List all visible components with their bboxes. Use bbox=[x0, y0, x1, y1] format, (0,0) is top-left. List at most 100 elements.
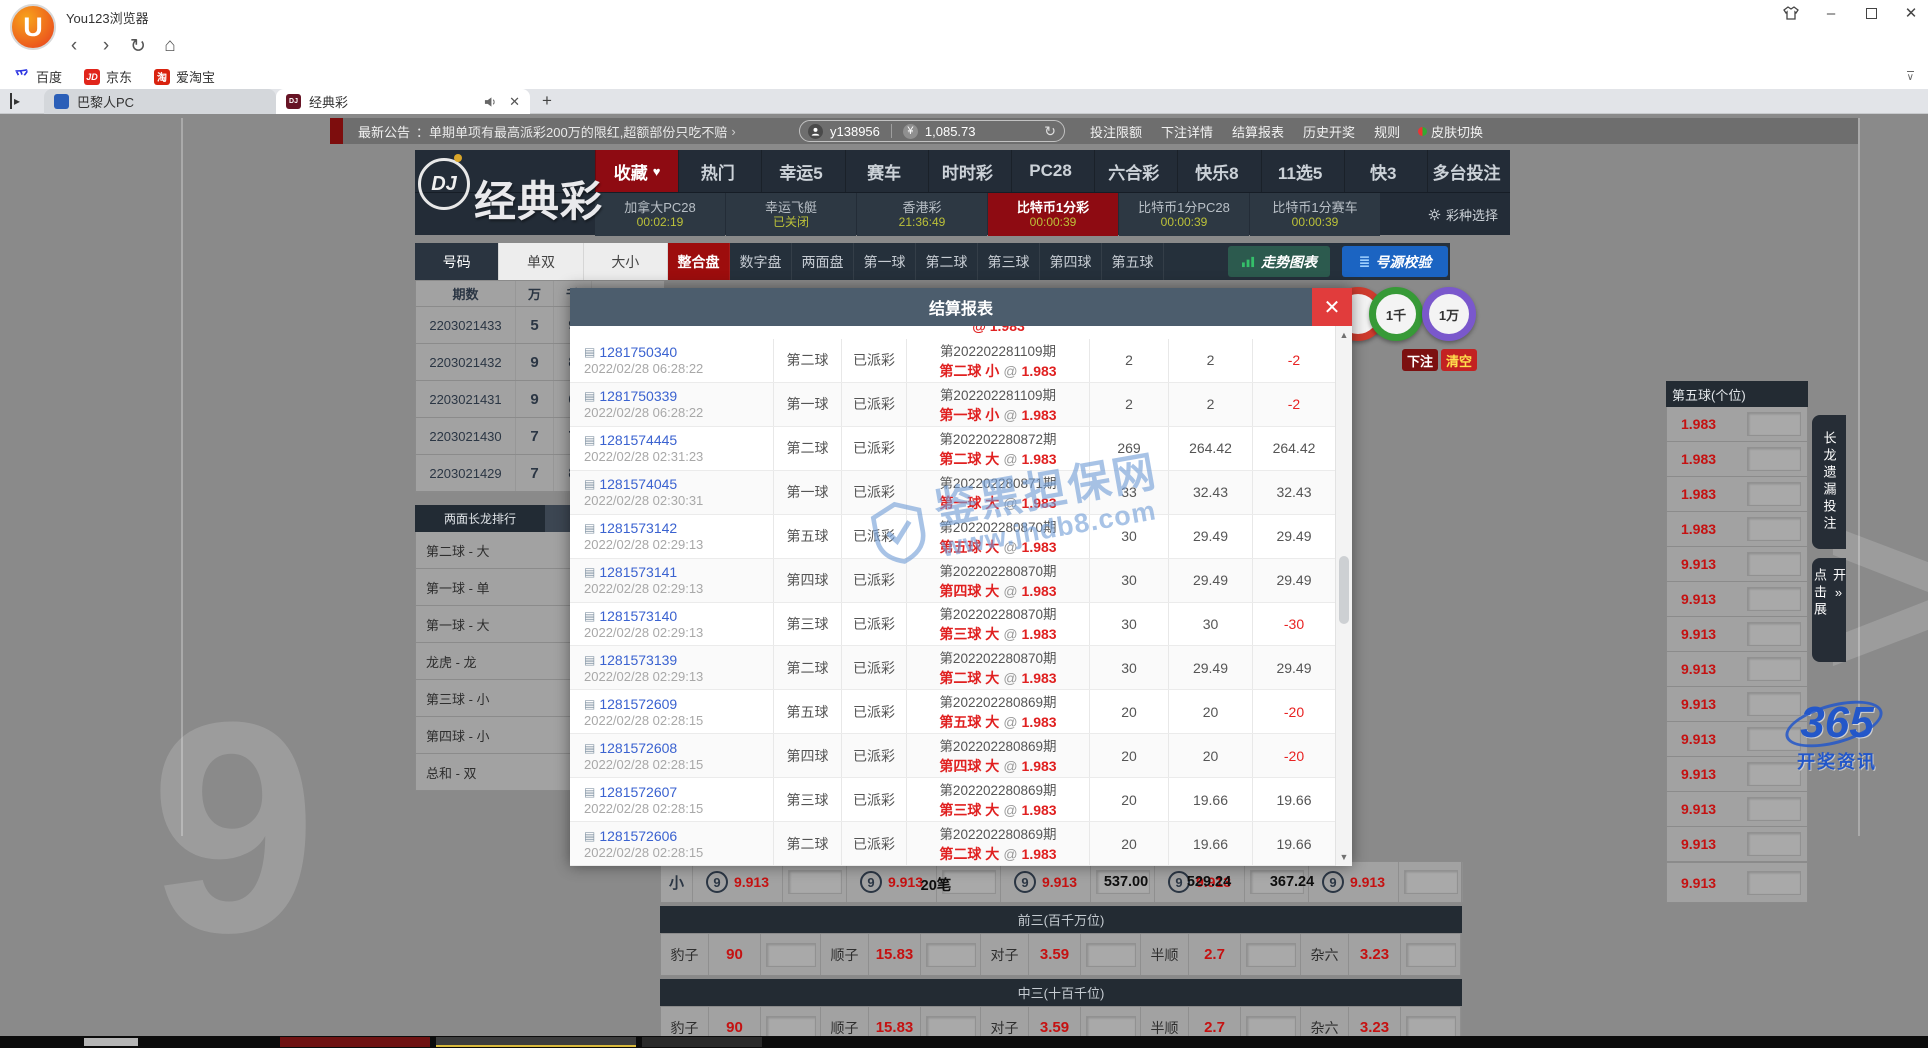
back-button[interactable]: ‹ bbox=[62, 35, 86, 57]
main-nav-item[interactable]: 11选5 bbox=[1261, 150, 1344, 192]
bet-amount-input[interactable] bbox=[1246, 1016, 1296, 1037]
header-link[interactable]: 规则 bbox=[1374, 122, 1400, 141]
game-tile[interactable]: 幸运飞艇 已关闭 bbox=[726, 193, 856, 236]
sidebar-tab-streak-miss[interactable]: 长龙遗漏投注 bbox=[1812, 415, 1846, 549]
main-nav-item[interactable]: 快乐8 bbox=[1177, 150, 1260, 192]
scroll-up-icon[interactable]: ▲ bbox=[1336, 330, 1352, 340]
home-button[interactable]: ⌂ bbox=[158, 35, 182, 57]
browser-tab[interactable]: 巴黎人PC bbox=[44, 89, 276, 114]
bet-type-tab[interactable]: 第四球 bbox=[1040, 243, 1102, 280]
main-nav-item[interactable]: 六合彩 bbox=[1094, 150, 1177, 192]
game-tile[interactable]: 香港彩 21:36:49 bbox=[857, 193, 987, 236]
bet-amount-input[interactable] bbox=[1747, 552, 1801, 576]
chip[interactable]: 1万 bbox=[1422, 287, 1476, 341]
bet-id-link[interactable]: 1281573141 bbox=[599, 564, 677, 580]
header-link[interactable]: 历史开奖 bbox=[1303, 122, 1355, 141]
bet-id-link[interactable]: 1281572606 bbox=[599, 828, 677, 844]
main-nav-item[interactable]: 热门 bbox=[678, 150, 761, 192]
bet-type-tab[interactable]: 第一球 bbox=[854, 243, 916, 280]
minimize-button[interactable]: – bbox=[1822, 4, 1840, 22]
announcement-arrow-icon[interactable]: › bbox=[731, 124, 735, 139]
main-nav-item[interactable]: 赛车 bbox=[845, 150, 928, 192]
bet-amount-input[interactable] bbox=[766, 943, 816, 967]
game-tile[interactable]: 加拿大PC28 00:02:19 bbox=[595, 193, 725, 236]
bet-amount-input[interactable] bbox=[1747, 832, 1801, 856]
bookmark-item[interactable]: JD 京东 bbox=[84, 67, 132, 86]
tab-close-icon[interactable]: ✕ bbox=[509, 94, 520, 110]
bet-id-link[interactable]: 1281573140 bbox=[599, 608, 677, 624]
taskbar-window-preview[interactable] bbox=[84, 1038, 138, 1046]
bet-amount-input[interactable] bbox=[788, 870, 842, 894]
refresh-balance-icon[interactable]: ↻ bbox=[1044, 123, 1056, 140]
bet-amount-input[interactable] bbox=[1747, 447, 1801, 471]
game-tile[interactable]: 比特币1分赛车 00:00:39 bbox=[1250, 193, 1380, 236]
scroll-down-icon[interactable]: ▼ bbox=[1336, 852, 1352, 862]
chip[interactable]: 1千 bbox=[1369, 287, 1423, 341]
bet-type-tab[interactable]: 第三球 bbox=[978, 243, 1040, 280]
bet-amount-input[interactable] bbox=[926, 1016, 976, 1037]
close-icon[interactable]: ✕ bbox=[1312, 288, 1352, 326]
bet-id-link[interactable]: 1281572608 bbox=[599, 740, 677, 756]
bet-id-link[interactable]: 1281574445 bbox=[599, 432, 677, 448]
tab-list-expander-icon[interactable]: ▸ bbox=[10, 93, 20, 109]
bet-amount-input[interactable] bbox=[926, 943, 976, 967]
skin-switch-link[interactable]: 皮肤切换 bbox=[1418, 122, 1483, 141]
modal-scrollbar[interactable]: ▲ ▼ bbox=[1335, 326, 1352, 866]
close-window-button[interactable]: ✕ bbox=[1902, 4, 1920, 22]
bet-type-tab[interactable]: 第二球 bbox=[916, 243, 978, 280]
main-nav-item[interactable]: 快3 bbox=[1344, 150, 1427, 192]
main-nav-item[interactable]: 时时彩 bbox=[928, 150, 1011, 192]
bet-id-link[interactable]: 1281572607 bbox=[599, 784, 677, 800]
collapse-chevron-icon[interactable]: ∨ bbox=[1907, 71, 1914, 83]
window-titlebar[interactable]: You123浏览器 – ✕ bbox=[0, 0, 1928, 30]
bet-type-tab[interactable]: 整合盘 bbox=[668, 243, 730, 280]
board-tab[interactable]: 号码 bbox=[415, 243, 499, 280]
bet-type-tab[interactable]: 数字盘 bbox=[730, 243, 792, 280]
bet-id-link[interactable]: 1281750339 bbox=[599, 388, 677, 404]
lottery-select-button[interactable]: 彩种选择 bbox=[1428, 193, 1498, 236]
source-verify-button[interactable]: ≣ 号源校验 bbox=[1342, 246, 1448, 277]
bet-amount-input[interactable] bbox=[1747, 871, 1801, 895]
bet-id-link[interactable]: 1281573142 bbox=[599, 520, 677, 536]
board-tab[interactable]: 大小 bbox=[584, 243, 668, 280]
streak-tab[interactable]: 两面长龙排行 bbox=[415, 505, 545, 532]
bet-id-link[interactable]: 1281574045 bbox=[599, 476, 677, 492]
main-nav-item[interactable]: PC28 bbox=[1011, 150, 1094, 192]
main-nav-item[interactable]: 幸运5 bbox=[761, 150, 844, 192]
bet-id-link[interactable]: 1281572609 bbox=[599, 696, 677, 712]
header-link[interactable]: 结算报表 bbox=[1232, 122, 1284, 141]
bet-amount-input[interactable] bbox=[766, 1016, 816, 1037]
bet-amount-input[interactable] bbox=[1086, 943, 1136, 967]
bet-type-tab[interactable]: 两面盘 bbox=[792, 243, 854, 280]
main-nav-item[interactable]: 多台投注 bbox=[1427, 150, 1510, 192]
taskbar-window-preview[interactable] bbox=[280, 1037, 430, 1047]
bet-amount-input[interactable] bbox=[1747, 797, 1801, 821]
skin-theme-icon[interactable] bbox=[1782, 4, 1800, 22]
bookmark-item[interactable]: 淘 爱淘宝 bbox=[154, 67, 215, 86]
bookmark-item[interactable]: 爫 百度 bbox=[14, 67, 62, 86]
new-tab-button[interactable]: + bbox=[542, 91, 552, 111]
bet-amount-input[interactable] bbox=[1747, 587, 1801, 611]
scrollbar-thumb[interactable] bbox=[1339, 556, 1349, 624]
bet-amount-input[interactable] bbox=[1246, 943, 1296, 967]
game-tile[interactable]: 比特币1分彩 00:00:39 bbox=[988, 193, 1118, 236]
bet-amount-input[interactable] bbox=[1404, 870, 1458, 894]
bet-amount-input[interactable] bbox=[1086, 1016, 1136, 1037]
reload-button[interactable]: ↻ bbox=[126, 35, 150, 58]
bet-amount-input[interactable] bbox=[1747, 517, 1801, 541]
clear-bet-button[interactable]: 清空 bbox=[1441, 349, 1477, 371]
browser-tab-active[interactable]: DJ 经典彩 ✕ bbox=[276, 89, 530, 114]
taskbar-window-preview[interactable] bbox=[436, 1037, 636, 1047]
bet-amount-input[interactable] bbox=[1747, 412, 1801, 436]
board-tab[interactable]: 单双 bbox=[499, 243, 583, 280]
header-link[interactable]: 下注详情 bbox=[1161, 122, 1213, 141]
taskbar-window-preview[interactable] bbox=[642, 1037, 762, 1047]
header-link[interactable]: 投注限额 bbox=[1090, 122, 1142, 141]
bet-id-link[interactable]: 1281750340 bbox=[599, 344, 677, 360]
trend-chart-button[interactable]: 走势图表 bbox=[1228, 246, 1330, 277]
maximize-button[interactable] bbox=[1862, 4, 1880, 22]
speaker-icon[interactable] bbox=[484, 96, 497, 108]
bet-type-tab[interactable]: 第五球 bbox=[1102, 243, 1164, 280]
game-tile[interactable]: 比特币1分PC28 00:00:39 bbox=[1119, 193, 1249, 236]
bet-amount-input[interactable] bbox=[1747, 657, 1801, 681]
